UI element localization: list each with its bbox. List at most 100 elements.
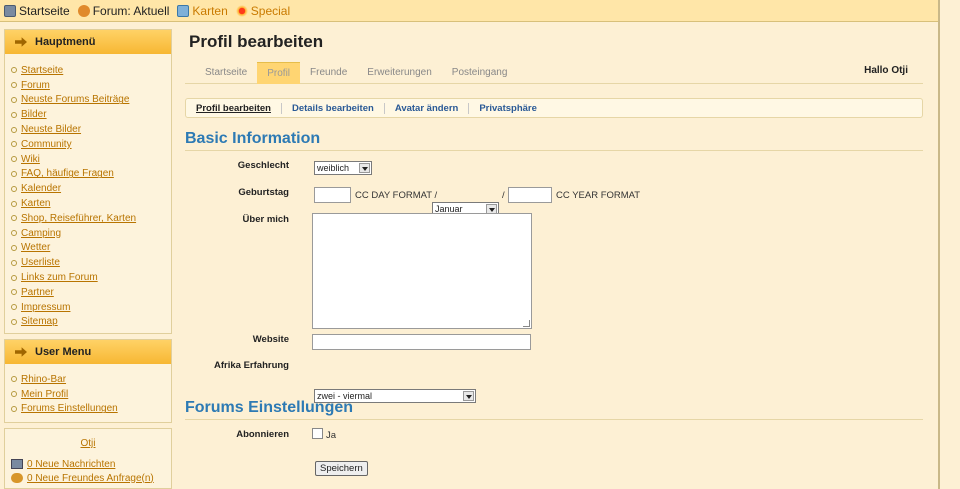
bullet-icon bbox=[11, 96, 17, 103]
menu-item-wetter[interactable]: Wetter bbox=[11, 241, 171, 256]
main-menu: Hauptmenü Startseite Forum Neuste Forums… bbox=[4, 29, 172, 334]
date-separator: / bbox=[502, 190, 505, 201]
subscribe-option-label: Ja bbox=[326, 430, 337, 441]
gender-select[interactable]: weiblich bbox=[314, 161, 372, 175]
website-label: Website bbox=[252, 334, 289, 345]
bullet-icon bbox=[11, 405, 17, 412]
bullet-icon bbox=[11, 244, 17, 251]
bullet-icon bbox=[11, 156, 17, 163]
website-input[interactable] bbox=[312, 334, 531, 350]
bullet-icon bbox=[11, 67, 17, 74]
menu-item-camping[interactable]: Camping bbox=[11, 226, 171, 241]
arrow-right-icon bbox=[15, 37, 27, 47]
menu-item-community[interactable]: Community bbox=[11, 137, 171, 152]
top-navigation: Startseite Forum: Aktuell Karten Special bbox=[0, 0, 960, 22]
tab-posteingang[interactable]: Posteingang bbox=[442, 62, 518, 84]
section-title-forum: Forums Einstellungen bbox=[185, 399, 354, 416]
about-textarea[interactable] bbox=[312, 213, 532, 329]
map-icon bbox=[177, 4, 190, 17]
subscribe-label: Abonnieren bbox=[236, 429, 289, 440]
menu-item-rhino-bar[interactable]: Rhino-Bar bbox=[11, 372, 171, 387]
profile-subtabs: Profil bearbeiten Details bearbeiten Ava… bbox=[185, 98, 923, 118]
birthday-year-input[interactable] bbox=[508, 187, 552, 203]
menu-item-bilder[interactable]: Bilder bbox=[11, 107, 171, 122]
bullet-icon bbox=[11, 259, 17, 266]
menu-item-shop[interactable]: Shop, Reiseführer, Karten bbox=[11, 211, 171, 226]
menu-item-kalender[interactable]: Kalender bbox=[11, 181, 171, 196]
forum-icon bbox=[77, 4, 90, 17]
tab-profil[interactable]: Profil bbox=[257, 61, 301, 84]
bullet-icon bbox=[11, 126, 17, 133]
bullet-icon bbox=[11, 318, 17, 325]
profile-tabs: Startseite Profil Freunde Erweiterungen … bbox=[185, 61, 923, 84]
bullet-icon bbox=[11, 111, 17, 118]
bullet-icon bbox=[11, 215, 17, 222]
menu-item-mein-profil[interactable]: Mein Profil bbox=[11, 387, 171, 402]
subtab-profil-bearbeiten[interactable]: Profil bearbeiten bbox=[196, 103, 281, 114]
menu-item-impressum[interactable]: Impressum bbox=[11, 300, 171, 315]
bullet-icon bbox=[11, 141, 17, 148]
menu-item-sitemap[interactable]: Sitemap bbox=[11, 315, 171, 330]
section-title-basic: Basic Information bbox=[185, 130, 321, 147]
menu-item-wiki[interactable]: Wiki bbox=[11, 152, 171, 167]
menu-item-neuste-forums-beitraege[interactable]: Neuste Forums Beiträge bbox=[11, 93, 171, 108]
bullet-icon bbox=[11, 391, 17, 398]
subtab-details-bearbeiten[interactable]: Details bearbeiten bbox=[280, 102, 384, 114]
day-format-text: CC DAY FORMAT / bbox=[355, 190, 438, 201]
bullet-icon bbox=[11, 170, 17, 177]
tab-startseite[interactable]: Startseite bbox=[195, 62, 257, 84]
subtab-avatar-aendern[interactable]: Avatar ändern bbox=[383, 102, 469, 114]
nav-forum[interactable]: Forum: Aktuell bbox=[77, 4, 169, 18]
menu-item-faq[interactable]: FAQ, häufige Fragen bbox=[11, 167, 171, 182]
page-title: Profil bearbeiten bbox=[189, 32, 324, 51]
user-menu-header: User Menu bbox=[5, 340, 171, 364]
bullet-icon bbox=[11, 274, 17, 281]
menu-item-startseite[interactable]: Startseite bbox=[11, 63, 171, 78]
menu-item-forum[interactable]: Forum bbox=[11, 78, 171, 93]
greeting: Hallo Otji bbox=[864, 65, 908, 76]
menu-item-neuste-bilder[interactable]: Neuste Bilder bbox=[11, 122, 171, 137]
africa-experience-label: Afrika Erfahrung bbox=[214, 360, 289, 371]
bullet-icon bbox=[11, 289, 17, 296]
bullet-icon bbox=[11, 82, 17, 89]
subscribe-checkbox[interactable] bbox=[312, 428, 323, 439]
section-divider bbox=[185, 150, 923, 151]
tab-freunde[interactable]: Freunde bbox=[300, 62, 357, 84]
birthday-day-input[interactable] bbox=[314, 187, 351, 203]
year-format-text: CC YEAR FORMAT bbox=[556, 190, 641, 201]
bullet-icon bbox=[11, 304, 17, 311]
birthday-label: Geburtstag bbox=[238, 187, 289, 198]
mail-icon bbox=[11, 459, 23, 469]
bullet-icon bbox=[11, 200, 17, 207]
menu-item-links[interactable]: Links zum Forum bbox=[11, 270, 171, 285]
section-divider bbox=[185, 419, 923, 420]
people-icon bbox=[11, 473, 23, 483]
user-box: Otji 0 Neue Nachrichten 0 Neue Freundes … bbox=[4, 428, 172, 489]
save-button[interactable]: Speichern bbox=[315, 461, 368, 476]
username: Otji bbox=[80, 438, 96, 449]
main-menu-header: Hauptmenü bbox=[5, 30, 171, 54]
nav-special[interactable]: Special bbox=[235, 4, 290, 18]
bullet-icon bbox=[11, 230, 17, 237]
bullet-icon bbox=[11, 185, 17, 192]
main-content: Profil bearbeiten Startseite Profil Freu… bbox=[178, 22, 938, 489]
page-margin bbox=[940, 0, 960, 489]
tab-erweiterungen[interactable]: Erweiterungen bbox=[357, 62, 441, 84]
nav-karten[interactable]: Karten bbox=[177, 4, 228, 18]
menu-item-forums-einstellungen[interactable]: Forums Einstellungen bbox=[11, 402, 171, 417]
about-label: Über mich bbox=[242, 214, 289, 225]
arrow-right-icon bbox=[15, 347, 27, 357]
gender-label: Geschlecht bbox=[237, 160, 289, 171]
nav-startseite[interactable]: Startseite bbox=[4, 4, 70, 18]
menu-item-userliste[interactable]: Userliste bbox=[11, 255, 171, 270]
menu-item-karten[interactable]: Karten bbox=[11, 196, 171, 211]
home-icon bbox=[4, 4, 16, 17]
chevron-down-icon bbox=[359, 163, 370, 173]
chevron-down-icon bbox=[463, 391, 474, 401]
bullet-icon bbox=[11, 376, 17, 383]
menu-item-partner[interactable]: Partner bbox=[11, 285, 171, 300]
special-icon bbox=[235, 4, 248, 17]
subtab-privatsphaere[interactable]: Privatsphäre bbox=[468, 102, 547, 114]
friend-requests-row: 0 Neue Freundes Anfrage(n) bbox=[5, 471, 171, 485]
messages-row: 0 Neue Nachrichten bbox=[5, 457, 171, 471]
